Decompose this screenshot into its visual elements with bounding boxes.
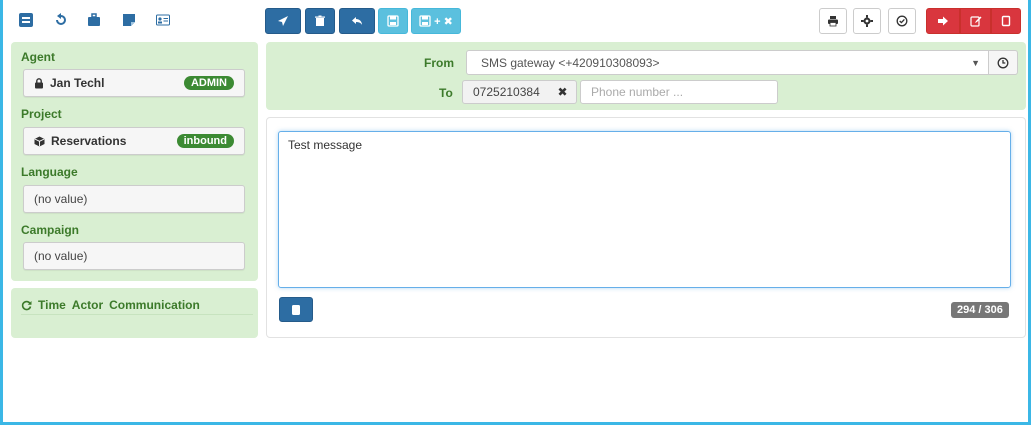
save-button[interactable]: [378, 8, 408, 34]
reply-button[interactable]: [339, 8, 375, 34]
message-icon[interactable]: [14, 8, 38, 32]
window-button[interactable]: [991, 8, 1021, 34]
contact-info-panel: Agent Jan Techl ADMIN Project Reservatio…: [11, 42, 258, 281]
campaign-field[interactable]: (no value): [23, 242, 245, 270]
history-panel: Time Actor Communication: [11, 288, 258, 338]
language-label: Language: [21, 165, 78, 179]
history-col-communication[interactable]: Communication: [109, 298, 200, 312]
from-select-value: SMS gateway <+420910308093>: [481, 55, 660, 70]
project-field[interactable]: Reservations inbound: [23, 127, 245, 155]
campaign-label: Campaign: [21, 223, 80, 237]
briefcase-icon[interactable]: [82, 8, 106, 32]
note-icon[interactable]: [117, 8, 141, 32]
save-icon: [387, 15, 399, 27]
schedule-button[interactable]: [988, 50, 1018, 75]
lock-icon: [35, 77, 43, 88]
contact-card-icon[interactable]: [151, 8, 175, 32]
reply-icon: [352, 17, 362, 25]
recipient-number: 0725210384: [473, 85, 540, 99]
recipient-tag: 0725210384: [462, 80, 550, 104]
history-header: Time Actor Communication: [21, 298, 200, 312]
sign-out-icon: [938, 16, 948, 26]
print-icon: [828, 16, 838, 27]
close-icon: ✖: [557, 85, 568, 99]
project-direction-badge: inbound: [176, 134, 234, 148]
window-icon: [1001, 15, 1011, 27]
agent-field[interactable]: Jan Techl ADMIN: [23, 69, 245, 97]
edit-button[interactable]: [960, 8, 991, 34]
history-col-time[interactable]: Time: [38, 298, 66, 312]
check-circle-icon: [896, 15, 908, 27]
send-button[interactable]: [265, 8, 301, 34]
message-textarea[interactable]: Test message: [278, 131, 1011, 288]
copy-icon: [292, 304, 300, 315]
settings-button[interactable]: [853, 8, 881, 34]
project-label: Project: [21, 107, 62, 121]
from-label: From: [424, 56, 454, 70]
character-counter: 294 / 306: [951, 302, 1009, 318]
complete-button[interactable]: [888, 8, 916, 34]
save-icon: [419, 15, 431, 27]
clock-icon: [997, 57, 1009, 68]
agent-name: Jan Techl: [50, 76, 105, 90]
edit-icon: [969, 16, 981, 27]
top-toolbar: + ✖: [3, 3, 1028, 35]
history-divider: [21, 314, 253, 315]
campaign-value: (no value): [34, 249, 88, 263]
save-and-close-button[interactable]: + ✖: [411, 8, 461, 34]
refresh-icon[interactable]: [21, 300, 32, 311]
trash-icon: [315, 15, 325, 26]
agent-role-badge: ADMIN: [183, 76, 234, 90]
history-icon[interactable]: [49, 8, 73, 32]
history-col-actor[interactable]: Actor: [72, 298, 103, 312]
caret-down-icon: ▼: [971, 58, 980, 68]
delete-button[interactable]: [305, 8, 335, 34]
save-and-close-label: + ✖: [434, 15, 453, 28]
to-label: To: [439, 86, 453, 100]
gear-icon: [861, 15, 873, 27]
agent-label: Agent: [21, 50, 55, 64]
phone-number-input[interactable]: [580, 80, 778, 104]
project-name: Reservations: [51, 134, 127, 148]
send-icon: [278, 16, 288, 26]
sign-out-button[interactable]: [926, 8, 960, 34]
print-button[interactable]: [819, 8, 847, 34]
template-button[interactable]: [279, 297, 313, 322]
from-select[interactable]: SMS gateway <+420910308093> ▼: [466, 50, 989, 75]
remove-recipient-button[interactable]: ✖: [549, 80, 577, 104]
cube-icon: [34, 136, 45, 146]
language-value: (no value): [34, 192, 88, 206]
language-field[interactable]: (no value): [23, 185, 245, 213]
